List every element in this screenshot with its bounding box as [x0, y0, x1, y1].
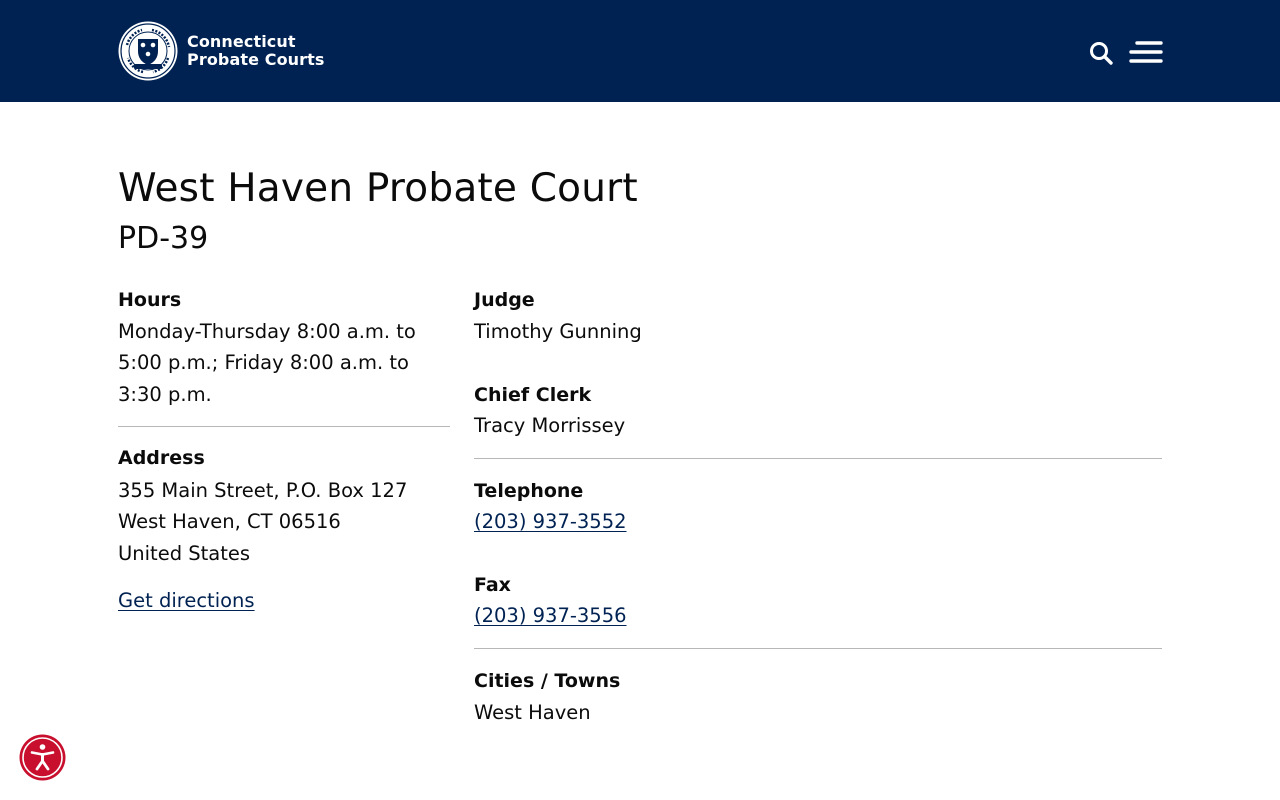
brand-line-1: Connecticut — [187, 32, 296, 51]
court-seal-logo — [118, 21, 178, 81]
brand-name: Connecticut Probate Courts — [187, 33, 325, 69]
address-line-3: United States — [118, 542, 251, 565]
page-title: West Haven Probate Court — [118, 166, 638, 211]
home-logo-link[interactable]: Connecticut Probate Courts — [118, 21, 325, 81]
get-directions-link[interactable]: Get directions — [118, 585, 255, 617]
fax-link[interactable]: (203) 937-3556 — [474, 600, 627, 632]
telephone-link[interactable]: (203) 937-3552 — [474, 506, 627, 538]
accessibility-button[interactable] — [19, 734, 66, 781]
menu-button[interactable] — [1129, 38, 1163, 68]
accessibility-icon — [19, 734, 66, 781]
hours-line-1: Monday-Thursday 8:00 a.m. to — [118, 320, 416, 343]
judge-value: Timothy Gunning — [474, 320, 642, 343]
site-header: Connecticut Probate Courts — [0, 0, 1280, 102]
search-button[interactable] — [1088, 40, 1114, 66]
hamburger-menu-icon — [1129, 41, 1163, 63]
address-label: Address — [118, 447, 205, 469]
brand-line-2: Probate Courts — [187, 50, 325, 69]
divider — [118, 426, 450, 427]
court-code: PD-39 — [118, 221, 209, 256]
chief-clerk-value: Tracy Morrissey — [474, 414, 626, 437]
fax-label: Fax — [474, 574, 511, 596]
divider — [474, 458, 1162, 459]
cities-towns-value: West Haven — [474, 701, 591, 724]
address-line-2: West Haven, CT 06516 — [118, 510, 341, 533]
search-icon — [1090, 42, 1113, 65]
divider — [474, 648, 1162, 649]
chief-clerk-label: Chief Clerk — [474, 384, 592, 406]
hours-label: Hours — [118, 289, 182, 311]
telephone-label: Telephone — [474, 480, 584, 502]
hours-line-2: 5:00 p.m.; Friday 8:00 a.m. to — [118, 351, 409, 374]
cities-towns-label: Cities / Towns — [474, 670, 621, 692]
hours-line-3: 3:30 p.m. — [118, 383, 212, 406]
judge-label: Judge — [474, 289, 535, 311]
address-line-1: 355 Main Street, P.O. Box 127 — [118, 479, 408, 502]
